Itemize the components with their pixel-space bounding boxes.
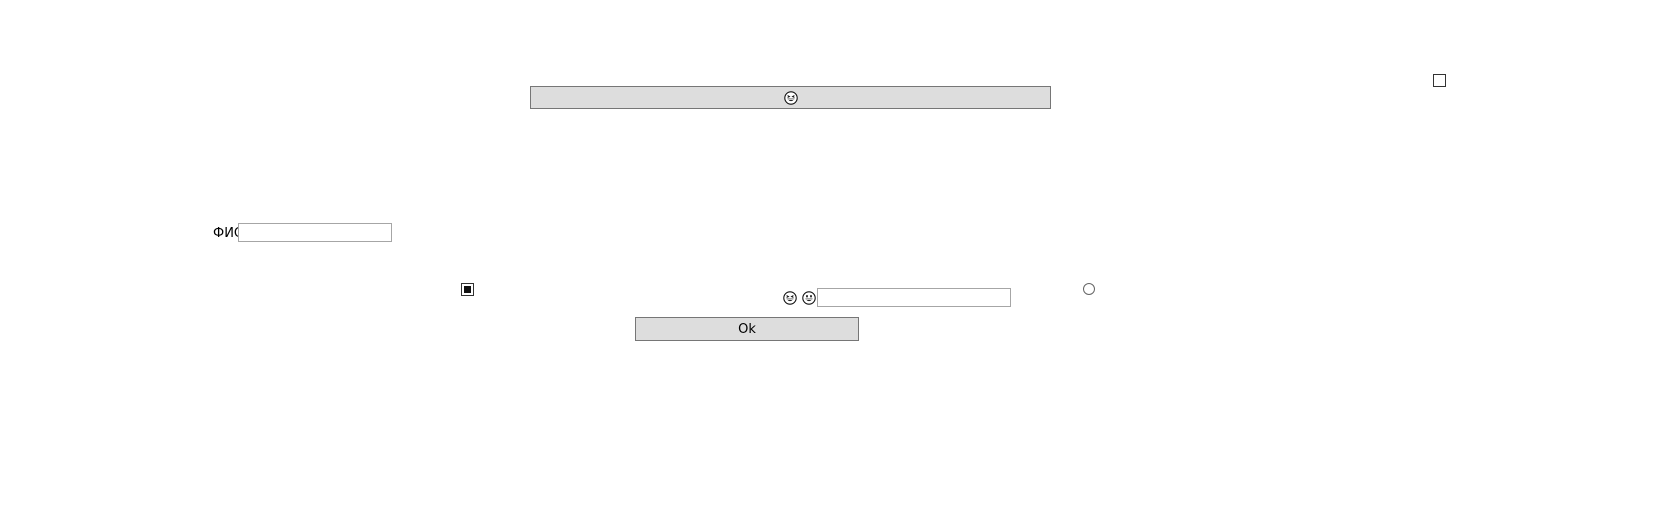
fio-input[interactable] bbox=[238, 223, 392, 242]
grinning-face-icon bbox=[802, 291, 816, 305]
grinning-squinting-face-icon bbox=[783, 291, 797, 305]
ok-button[interactable]: Ok bbox=[635, 317, 859, 341]
top-right-checkbox[interactable] bbox=[1433, 74, 1446, 87]
left-checkbox[interactable] bbox=[461, 283, 474, 296]
right-radio[interactable] bbox=[1083, 283, 1095, 295]
grinning-squinting-face-icon bbox=[783, 90, 798, 105]
emoji-row-input[interactable] bbox=[817, 288, 1011, 307]
top-emoji-button[interactable] bbox=[530, 86, 1051, 109]
ok-button-label: Ok bbox=[738, 321, 756, 337]
checkbox-checked-mark bbox=[464, 286, 471, 293]
